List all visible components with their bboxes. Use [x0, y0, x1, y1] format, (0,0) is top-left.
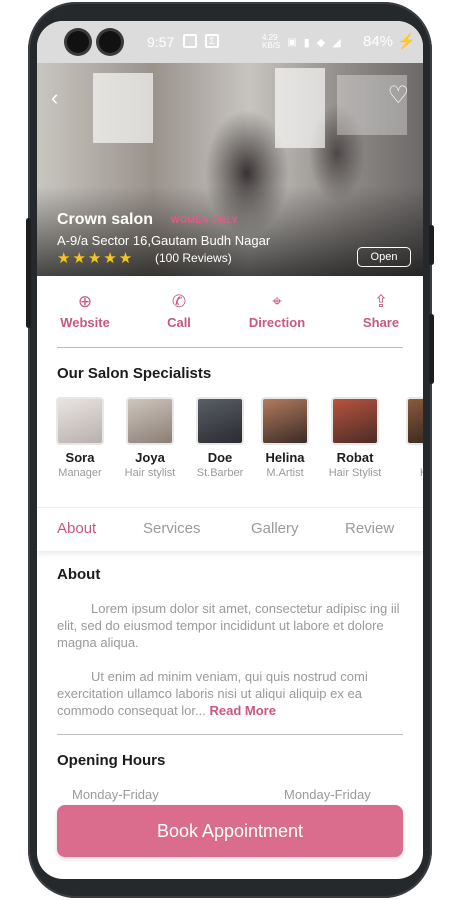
salon-hero-image: ‹ ♡ Crown salon WOMEN ONLY A-9/a Sector …	[37, 63, 423, 276]
phone-icon: ✆	[171, 292, 187, 311]
charging-icon: ⚡	[397, 33, 416, 50]
review-count: (100 Reviews)	[155, 251, 232, 265]
salon-tag: WOMEN ONLY	[171, 215, 239, 225]
website-label: Website	[60, 315, 110, 330]
read-more-link[interactable]: Read More	[209, 703, 275, 718]
divider	[57, 734, 403, 735]
specialist-card[interactable]: Helina M.Artist	[250, 397, 320, 479]
rating-stars: ★★★★★	[57, 250, 135, 267]
tab-review[interactable]: Review	[345, 520, 394, 537]
specialist-role: M.Artist	[266, 467, 304, 479]
specialist-card[interactable]: Doe St.Barber	[185, 397, 255, 479]
heart-icon[interactable]: ♡	[387, 81, 409, 110]
direction-label: Direction	[248, 315, 306, 330]
specialist-name: Helina	[265, 450, 305, 465]
window-decor	[275, 68, 325, 148]
battery-level: 84%	[363, 33, 394, 50]
sigma-notification-icon: Σ	[205, 34, 219, 48]
camera-icon	[99, 31, 121, 53]
avatar	[56, 397, 104, 445]
avatar	[261, 397, 309, 445]
side-button-right-1	[429, 225, 434, 265]
side-button-right-2	[429, 314, 434, 384]
avatar	[331, 397, 379, 445]
specialist-name: Sora	[65, 450, 95, 465]
specialists-title: Our Salon Specialists	[57, 365, 212, 382]
signal-icon: ◢	[332, 36, 341, 49]
wifi-icon: ◆	[316, 36, 326, 49]
specialist-name: Robat	[336, 450, 374, 465]
hours-day-left: Monday-Friday	[72, 787, 159, 802]
specialist-card[interactable]: Sora Manager	[45, 397, 115, 479]
opening-hours-title: Opening Hours	[57, 752, 166, 769]
about-title: About	[57, 566, 101, 583]
back-arrow-icon[interactable]: ‹	[51, 85, 58, 111]
share-label: Share	[362, 315, 400, 330]
avatar	[196, 397, 244, 445]
tab-bar: About Services Gallery Review	[37, 507, 423, 551]
vibrate-icon: ▮	[303, 36, 310, 49]
tab-about[interactable]: About	[57, 520, 96, 537]
map-pin-icon: ⌖	[272, 292, 282, 311]
specialist-role: Manager	[58, 467, 102, 479]
share-button[interactable]: ⇪ Share	[341, 291, 421, 330]
image-notification-icon	[183, 34, 197, 48]
status-bar: 9:57 Σ 4.29 KB/S ▣ ▮ ◆ ◢ 84% ⚡	[37, 21, 423, 63]
divider	[57, 347, 403, 348]
tab-services[interactable]: Services	[143, 520, 201, 537]
specialist-name: Doe	[207, 450, 233, 465]
specialist-role: St.Barber	[196, 467, 244, 479]
specialist-role: Hair Stylist	[328, 467, 382, 479]
book-appointment-button[interactable]: Book Appointment	[57, 805, 403, 857]
open-status-badge: Open	[357, 247, 411, 267]
share-icon: ⇪	[373, 292, 389, 311]
specialist-card[interactable]: Robat Hair Stylist	[320, 397, 390, 479]
about-paragraph-1: Lorem ipsum dolor sit amet, consectetur …	[57, 601, 400, 650]
specialist-name: Joya	[135, 450, 165, 465]
specialist-card[interactable]: Joya Hair stylist	[115, 397, 185, 479]
side-button-left	[26, 218, 31, 328]
specialist-name: R	[395, 450, 423, 465]
volte-icon: ▣	[287, 36, 297, 48]
avatar	[406, 397, 423, 445]
website-button[interactable]: ⊕ Website	[45, 291, 125, 330]
hours-day-right: Monday-Friday	[284, 787, 371, 802]
specialist-role: Hair stylist	[124, 467, 176, 479]
screen: 9:57 Σ 4.29 KB/S ▣ ▮ ◆ ◢ 84% ⚡ ‹ ♡ Crown…	[37, 21, 423, 879]
specialist-role: Hair	[395, 467, 423, 479]
status-icons: 4.29 KB/S ▣ ▮ ◆ ◢	[262, 34, 341, 50]
window-decor	[93, 73, 153, 143]
tab-gallery[interactable]: Gallery	[251, 520, 299, 537]
call-button[interactable]: ✆ Call	[139, 291, 219, 330]
about-paragraph-2: Ut enim ad minim veniam, qui quis nostru…	[57, 668, 403, 719]
specialist-card[interactable]: R Hair	[395, 397, 423, 479]
specialists-list: Sora Manager Joya Hair stylist Doe St.Ba…	[37, 397, 423, 487]
call-label: Call	[167, 315, 191, 330]
status-time: 9:57	[147, 34, 175, 50]
globe-icon: ⊕	[77, 292, 93, 311]
salon-address: A-9/a Sector 16,Gautam Budh Nagar	[57, 233, 271, 248]
network-speed: 4.29 KB/S	[262, 33, 281, 50]
action-bar: ⊕ Website ✆ Call ⌖ Direction ⇪ Share	[37, 291, 423, 341]
avatar	[126, 397, 174, 445]
salon-name: Crown salon	[57, 211, 154, 228]
direction-button[interactable]: ⌖ Direction	[237, 291, 317, 330]
camera-icon	[67, 31, 89, 53]
